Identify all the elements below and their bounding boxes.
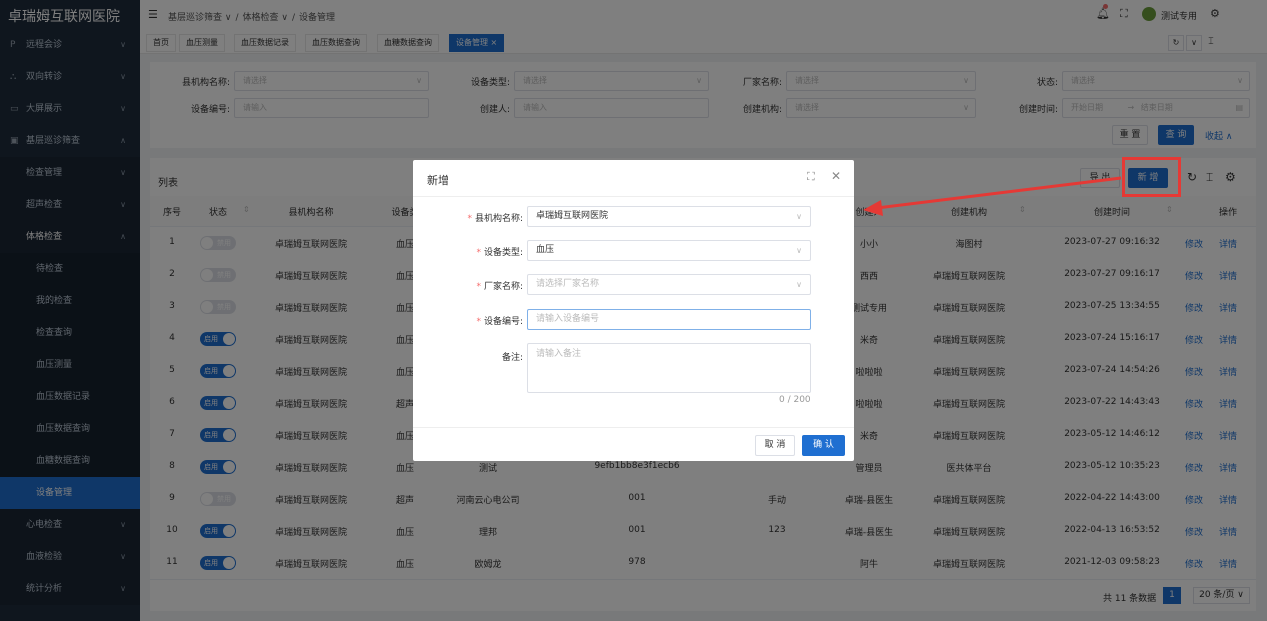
modal-vendor-select[interactable]: 请选择厂家名称 ∨	[527, 274, 811, 295]
modal-code-input[interactable]: 请输入设备编号	[527, 309, 811, 330]
note-char-counter: 0 / 200	[779, 395, 811, 405]
modal-note-label: 备注:	[501, 353, 523, 363]
cancel-button[interactable]: 取 消	[755, 435, 795, 456]
modal-type-select[interactable]: 血压 ∨	[527, 240, 811, 261]
modal-vendor-label: * 厂家名称:	[476, 282, 523, 292]
modal-code-label: * 设备编号:	[476, 317, 523, 327]
maximize-icon[interactable]: ⛶	[807, 170, 815, 184]
chevron-down-icon: ∨	[796, 280, 802, 289]
modal-county-label: * 县机构名称:	[467, 214, 523, 224]
modal-divider	[413, 196, 854, 197]
chevron-down-icon: ∨	[796, 246, 802, 255]
highlight-box	[1122, 157, 1181, 197]
close-icon[interactable]: ✕	[831, 169, 841, 183]
modal-type-label: * 设备类型:	[476, 248, 523, 258]
annotation-arrow	[863, 176, 1122, 216]
chevron-down-icon: ∨	[796, 212, 802, 221]
confirm-button[interactable]: 确 认	[802, 435, 845, 456]
modal-footer-divider	[413, 427, 854, 428]
add-device-modal: 新增 ⛶ ✕ * 县机构名称: 卓瑞姆互联网医院 ∨ * 设备类型: 血压 ∨ * 厂家名…	[413, 160, 854, 461]
modal-note-textarea[interactable]: 请输入备注	[527, 343, 811, 393]
modal-county-select[interactable]: 卓瑞姆互联网医院 ∨	[527, 206, 811, 227]
modal-title: 新增	[427, 174, 449, 187]
